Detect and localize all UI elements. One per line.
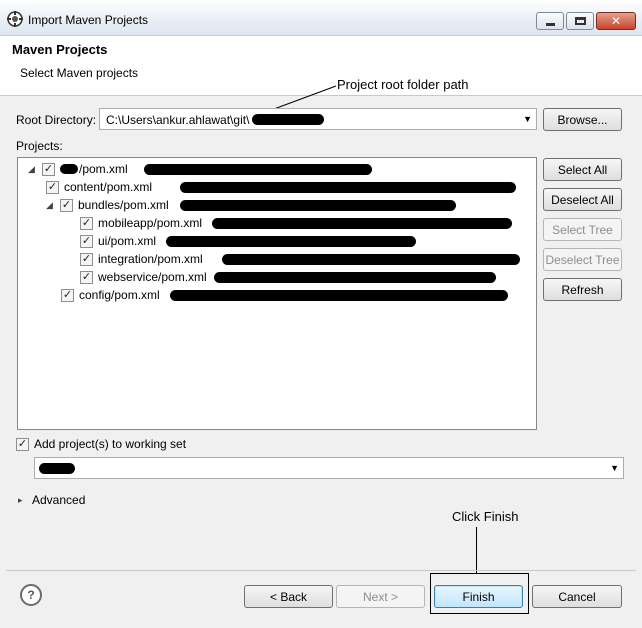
redaction-mark (144, 164, 372, 175)
window-title: Import Maven Projects (28, 13, 149, 27)
advanced-label: Advanced (32, 493, 86, 507)
redaction-mark (170, 290, 508, 301)
checkbox[interactable]: ✓ (80, 252, 93, 266)
tree-item-root[interactable]: ◢ ✓ /pom.xml (28, 160, 128, 178)
root-directory-combo[interactable]: C:\Users\ankur.ahlawat\git\ ▼ (99, 108, 537, 130)
page-subtitle: Select Maven projects (20, 66, 139, 80)
tree-item-bundles[interactable]: ◢ ✓ bundles/pom.xml (46, 196, 169, 214)
chevron-down-icon: ▼ (523, 114, 532, 124)
minimize-button[interactable] (536, 12, 564, 30)
annotation-finish: Click Finish (452, 509, 519, 524)
chevron-down-icon: ▼ (610, 463, 619, 473)
tree-item-webservice[interactable]: ✓ webservice/pom.xml (80, 268, 207, 286)
checkbox[interactable]: ✓ (80, 234, 93, 248)
finish-button[interactable]: Finish (434, 585, 523, 608)
deselect-all-button[interactable]: Deselect All (543, 188, 622, 211)
minimize-icon (545, 22, 555, 26)
redaction-mark (180, 182, 516, 193)
annotation-root-path: Project root folder path (337, 77, 469, 92)
tree-item-content[interactable]: ✓ content/pom.xml (46, 178, 152, 196)
expanded-arrow-icon: ◢ (46, 199, 53, 210)
maximize-icon (574, 17, 586, 25)
root-directory-value: C:\Users\ankur.ahlawat\git\ (106, 113, 250, 127)
advanced-toggle[interactable]: ▸ Advanced (18, 491, 85, 509)
tree-item-label: content/pom.xml (64, 180, 153, 194)
annotation-finish-line (476, 527, 477, 573)
close-button[interactable]: ✕ (596, 12, 636, 30)
page-title: Maven Projects (12, 42, 108, 57)
tree-item-label: integration/pom.xml (98, 252, 203, 266)
help-icon[interactable]: ? (20, 584, 42, 606)
working-set-combo[interactable]: ▼ (34, 457, 624, 479)
redaction-mark (60, 164, 78, 174)
title-bar: Import Maven Projects ✕ (0, 0, 642, 36)
checkbox[interactable]: ✓ (80, 216, 93, 230)
checkbox[interactable]: ✓ (60, 198, 73, 212)
tree-item-label: webservice/pom.xml (98, 270, 207, 284)
tree-item-mobileapp[interactable]: ✓ mobileapp/pom.xml (80, 214, 202, 232)
eclipse-app-icon (7, 11, 23, 27)
select-all-button[interactable]: Select All (543, 158, 622, 181)
checkbox[interactable]: ✓ (80, 270, 93, 284)
redaction-mark (180, 200, 456, 211)
browse-button[interactable]: Browse... (543, 108, 622, 131)
checkbox[interactable]: ✓ (61, 288, 74, 302)
refresh-button[interactable]: Refresh (543, 278, 622, 301)
projects-tree[interactable]: ◢ ✓ /pom.xml ✓ content/pom.xml ◢ ✓ bundl… (17, 157, 537, 430)
close-icon: ✕ (610, 14, 622, 28)
deselect-tree-button[interactable]: Deselect Tree (543, 248, 622, 271)
working-set-option[interactable]: ✓ Add project(s) to working set (16, 435, 186, 453)
tree-item-label: mobileapp/pom.xml (98, 216, 203, 230)
working-set-label: Add project(s) to working set (34, 437, 187, 451)
tree-item-label: config/pom.xml (79, 288, 160, 302)
back-button[interactable]: < Back (244, 585, 333, 608)
tree-item-ui[interactable]: ✓ ui/pom.xml (80, 232, 156, 250)
projects-label: Projects: (16, 139, 63, 153)
checkbox[interactable]: ✓ (46, 180, 59, 194)
redaction-mark (222, 254, 520, 265)
tree-item-label: /pom.xml (79, 162, 128, 176)
tree-item-integration[interactable]: ✓ integration/pom.xml (80, 250, 203, 268)
footer-separator (6, 570, 636, 571)
cancel-button[interactable]: Cancel (532, 585, 622, 608)
expanded-arrow-icon: ◢ (28, 163, 35, 174)
root-directory-label: Root Directory: (16, 113, 97, 127)
collapsed-arrow-icon: ▸ (18, 494, 23, 505)
redaction-mark (212, 218, 512, 229)
checkbox[interactable]: ✓ (42, 162, 55, 176)
next-button[interactable]: Next > (336, 585, 425, 608)
redaction-mark (252, 114, 324, 125)
select-tree-button[interactable]: Select Tree (543, 218, 622, 241)
tree-item-label: ui/pom.xml (98, 234, 157, 248)
working-set-checkbox[interactable]: ✓ (16, 437, 29, 451)
redaction-mark (166, 236, 416, 247)
redaction-mark (39, 463, 75, 474)
maximize-button[interactable] (566, 12, 594, 30)
tree-item-config[interactable]: ✓ config/pom.xml (61, 286, 160, 304)
redaction-mark (214, 272, 496, 283)
tree-item-label: bundles/pom.xml (78, 198, 169, 212)
